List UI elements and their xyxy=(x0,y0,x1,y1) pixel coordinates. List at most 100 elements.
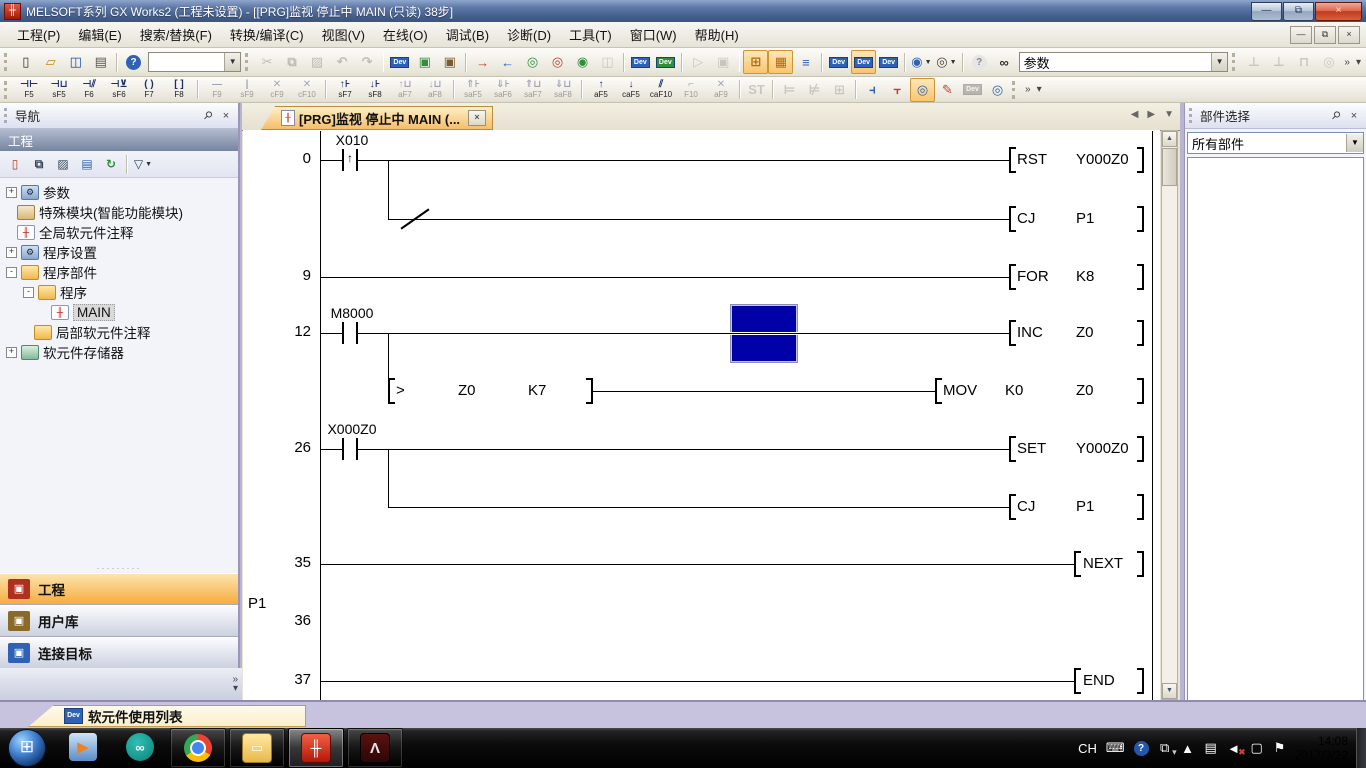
minimize-button[interactable]: — xyxy=(1251,2,1282,21)
tree-item-1[interactable]: 特殊模块(智能功能模块) xyxy=(0,202,238,222)
dropdown-arrow-icon[interactable]: ▼ xyxy=(950,59,957,66)
menu-item-3[interactable]: 转换/编译(C) xyxy=(221,22,313,47)
pin-icon[interactable]: ⚲ xyxy=(1326,105,1347,126)
mdi-minimize-button[interactable]: — xyxy=(1290,26,1312,44)
menu-item-4[interactable]: 视图(V) xyxy=(313,22,374,47)
tree-item-8[interactable]: +软元件存储器 xyxy=(0,342,238,362)
menu-item-0[interactable]: 工程(P) xyxy=(8,22,69,47)
menu-item-2[interactable]: 搜索/替换(F) xyxy=(131,22,221,47)
open-contact-button[interactable]: ⊣⊢F5 xyxy=(14,77,44,102)
new-data-button[interactable]: ▯ xyxy=(3,153,27,175)
toolbar-overflow-down-icon[interactable]: ▾ xyxy=(1037,85,1042,94)
combo-arrow-icon[interactable]: ▼ xyxy=(1346,134,1363,152)
tree-expander-icon[interactable]: + xyxy=(6,187,17,198)
io-assignment-button[interactable]: ▣ xyxy=(437,50,462,74)
menu-item-5[interactable]: 在线(O) xyxy=(374,22,437,47)
falling-pulse-button[interactable]: ↓⊦sF8 xyxy=(360,77,390,102)
tab-scroll-right-icon[interactable]: ▶ xyxy=(1147,109,1155,120)
mdi-restore-button[interactable]: ⧉ xyxy=(1314,26,1336,44)
open-project-button[interactable]: ▱ xyxy=(38,50,63,74)
save-project-button[interactable]: ◫ xyxy=(63,50,88,74)
intelligent-function-module-button[interactable]: ▦ xyxy=(768,50,793,74)
open-contact-or-button[interactable]: ⊣⊔sF5 xyxy=(44,77,74,102)
write-to-plc-button[interactable]: → xyxy=(470,50,495,74)
menu-item-10[interactable]: 帮助(H) xyxy=(686,22,748,47)
help-center-icon[interactable]: ? xyxy=(1134,741,1149,756)
gx-works2-taskbar-button[interactable]: ╫ xyxy=(288,728,344,768)
device-use-list-tab[interactable]: Dev 软元件使用列表 xyxy=(28,705,306,727)
monitor-mode-button[interactable]: ◎ xyxy=(910,78,935,102)
coil-button[interactable]: ( )F7 xyxy=(134,77,164,102)
tree-expander-icon[interactable]: + xyxy=(6,347,17,358)
read-from-plc-button[interactable]: ← xyxy=(495,50,520,74)
note-display-button[interactable]: ⫟ xyxy=(885,78,910,102)
dropdown-arrow-icon[interactable]: ▼ xyxy=(925,59,932,66)
statement-display-button[interactable]: ⫞ xyxy=(860,78,885,102)
tree-item-main[interactable]: ╫MAIN xyxy=(0,302,238,322)
print-button[interactable]: ▤ xyxy=(88,50,113,74)
refresh-view-button[interactable]: ↻ xyxy=(99,153,123,175)
menu-item-1[interactable]: 编辑(E) xyxy=(69,22,130,47)
tree-item-0[interactable]: +⚙参数 xyxy=(0,182,238,202)
data-properties-button[interactable]: ▤ xyxy=(75,153,99,175)
tab-main-program[interactable]: ╫ [PRG]监视 停止中 MAIN (... × xyxy=(261,106,493,130)
language-indicator[interactable]: CH xyxy=(1078,741,1097,756)
output-window-button[interactable]: ≡ xyxy=(793,50,818,74)
close-button[interactable]: × xyxy=(1315,2,1362,21)
tab-close-icon[interactable]: × xyxy=(468,110,486,126)
tab-list-icon[interactable]: ▼ xyxy=(1164,109,1174,120)
monitor-write-mode-button[interactable]: ✎ xyxy=(935,78,960,102)
volume-muted-icon[interactable]: ◄✖ xyxy=(1227,741,1241,756)
help-context-button[interactable]: ? xyxy=(967,50,992,74)
zoom-button[interactable]: ◎ xyxy=(985,78,1010,102)
filter-tree-button[interactable]: ▽▼ xyxy=(131,153,155,175)
find-binoculars-button[interactable]: ∞ xyxy=(992,50,1017,74)
restore-button[interactable]: ⧉ xyxy=(1283,2,1314,21)
scroll-down-icon[interactable]: ▼ xyxy=(1162,683,1177,699)
rising-pulse-button[interactable]: ↑⊦sF7 xyxy=(330,77,360,102)
view-bar-project[interactable]: ▣工程 xyxy=(0,573,238,605)
show-desktop-button[interactable] xyxy=(1356,728,1366,768)
tree-expander-icon[interactable]: - xyxy=(23,287,34,298)
dropdown-arrow-icon[interactable]: ▼ xyxy=(145,161,152,168)
monitor-stop-all-button[interactable]: ◎ xyxy=(545,50,570,74)
tab-scroll-left-icon[interactable]: ◀ xyxy=(1131,109,1139,120)
application-instruction-button[interactable]: [ ]F8 xyxy=(164,77,194,102)
tree-item-2[interactable]: ╫全局软元件注释 xyxy=(0,222,238,242)
parts-list[interactable] xyxy=(1187,157,1364,704)
find-target-combo[interactable]: 参数▼ xyxy=(1019,52,1228,72)
closed-contact-button[interactable]: ⊣⫽F6 xyxy=(74,77,104,102)
navigation-window-toggle-button[interactable]: ⊞ xyxy=(743,50,768,74)
view-bar-user-library[interactable]: ▣用户库 xyxy=(0,605,238,637)
windows-media-player-taskbar-button[interactable]: ▶ xyxy=(56,728,110,766)
device-find-button[interactable]: Dev xyxy=(826,50,851,74)
show-hidden-icons-icon[interactable]: ▲ xyxy=(1181,741,1195,756)
pulse-conversion-close-button[interactable]: ↓caF5 xyxy=(616,77,646,102)
invert-operation-result-button[interactable]: ⫽caF10 xyxy=(646,77,676,102)
vertical-scrollbar[interactable]: ▲ ▼ xyxy=(1161,130,1178,700)
action-center-flag-icon[interactable]: ⚑ xyxy=(1273,740,1287,756)
tree-expander-icon[interactable]: + xyxy=(6,247,17,258)
close-panel-icon[interactable]: × xyxy=(1346,110,1362,122)
closed-contact-or-button[interactable]: ⊣⊻sF6 xyxy=(104,77,134,102)
find-device-mag-button[interactable]: ◎▼ xyxy=(934,50,959,74)
tree-expander-icon[interactable]: - xyxy=(6,267,17,278)
monitor-start-button[interactable]: ◉ xyxy=(570,50,595,74)
tree-item-5[interactable]: -程序 xyxy=(0,282,238,302)
quick-find-combo[interactable]: ▼ xyxy=(148,52,241,72)
menu-item-9[interactable]: 窗口(W) xyxy=(621,22,686,47)
tree-item-3[interactable]: +⚙程序设置 xyxy=(0,242,238,262)
device-comment-edit-button[interactable]: Dev xyxy=(387,50,412,74)
ladder-canvas[interactable]: 0RSTY000Z0↑X010CJP19FORK812INCZ0M8000>Z0… xyxy=(243,130,1160,700)
parts-filter-combo[interactable]: 所有部件 ▼ xyxy=(1187,132,1364,154)
arduino-taskbar-button[interactable]: ∞ xyxy=(113,728,167,766)
help-button[interactable]: ? xyxy=(121,50,146,74)
combo-arrow-icon[interactable]: ▼ xyxy=(1211,53,1227,71)
new-project-button[interactable]: ▯ xyxy=(13,50,38,74)
toolbar-overflow-down-icon[interactable]: ▾ xyxy=(1356,58,1361,67)
chrome-taskbar-button[interactable] xyxy=(170,728,226,768)
copy-data-button[interactable]: ⧉ xyxy=(27,153,51,175)
splitter-handle[interactable]: ········· xyxy=(0,565,238,573)
taskbar-clock[interactable]: 14:08 2017/3/22 xyxy=(1291,734,1356,762)
paste-data-button[interactable]: ▨ xyxy=(51,153,75,175)
